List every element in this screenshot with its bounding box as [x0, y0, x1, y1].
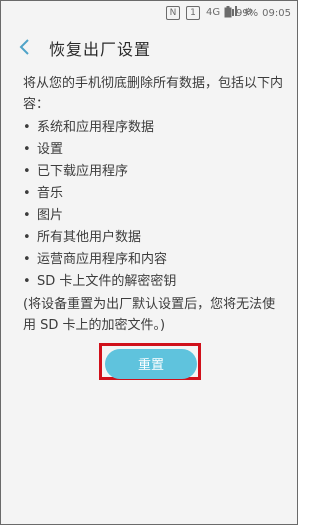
sim1-icon: 1	[186, 6, 200, 20]
highlight-box: 重置	[99, 343, 201, 380]
list-item-label: 设置	[37, 142, 64, 157]
clock: 09:05	[262, 8, 291, 19]
status-right: 99% 09:05	[224, 6, 291, 22]
list-item: • 设置	[23, 139, 287, 161]
list-item: • 运营商应用程序和内容	[23, 249, 287, 271]
note-text: (将设备重置为出厂默认设置后，您将无法使用 SD 卡上的加密文件。)	[23, 297, 276, 333]
reset-button[interactable]: 重置	[105, 349, 197, 379]
list-item: • 已下载应用程序	[23, 161, 287, 183]
intro-text: 将从您的手机彻底删除所有数据，包括以下内容：	[23, 76, 284, 112]
app-bar: 恢复出厂设置	[1, 25, 297, 69]
list-item-label: 图片	[37, 208, 64, 223]
screen: N 1 4G ⚙ 99% 09:05 恢复出厂设置 将从您的手机彻底删除所有数据…	[0, 0, 298, 525]
bullet: •	[23, 230, 31, 245]
battery-percent: 99%	[235, 8, 259, 19]
list-item: • 系统和应用程序数据	[23, 117, 287, 139]
bullet: •	[23, 186, 31, 201]
nfc-icon: N	[166, 6, 180, 20]
bullet: •	[23, 252, 31, 267]
list-item-label: 音乐	[37, 186, 64, 201]
content: 将从您的手机彻底删除所有数据，包括以下内容： • 系统和应用程序数据 • 设置 • 已…	[23, 73, 287, 336]
list-item: • SD 卡上文件的解密密钥	[23, 271, 287, 293]
list-item-label: 已下载应用程序	[37, 164, 129, 179]
chevron-left-icon[interactable]	[15, 37, 35, 57]
data-list: • 系统和应用程序数据 • 设置 • 已下载应用程序 • 音乐 • 图片 • 所有其他用户数…	[23, 117, 287, 293]
list-item-label: 所有其他用户数据	[37, 230, 142, 245]
list-item-label: 系统和应用程序数据	[37, 120, 155, 135]
bullet: •	[23, 208, 31, 223]
bullet: •	[23, 120, 31, 135]
bullet: •	[23, 164, 31, 179]
battery-icon	[224, 6, 232, 22]
list-item: • 所有其他用户数据	[23, 227, 287, 249]
bullet: •	[23, 274, 31, 289]
list-item-label: SD 卡上文件的解密密钥	[37, 274, 177, 289]
bullet: •	[23, 142, 31, 157]
list-item: • 图片	[23, 205, 287, 227]
status-bar: N 1 4G ⚙ 99% 09:05	[1, 1, 297, 25]
list-item-label: 运营商应用程序和内容	[37, 252, 168, 267]
list-item: • 音乐	[23, 183, 287, 205]
page-title: 恢复出厂设置	[49, 40, 152, 59]
network-type: 4G	[206, 7, 221, 18]
